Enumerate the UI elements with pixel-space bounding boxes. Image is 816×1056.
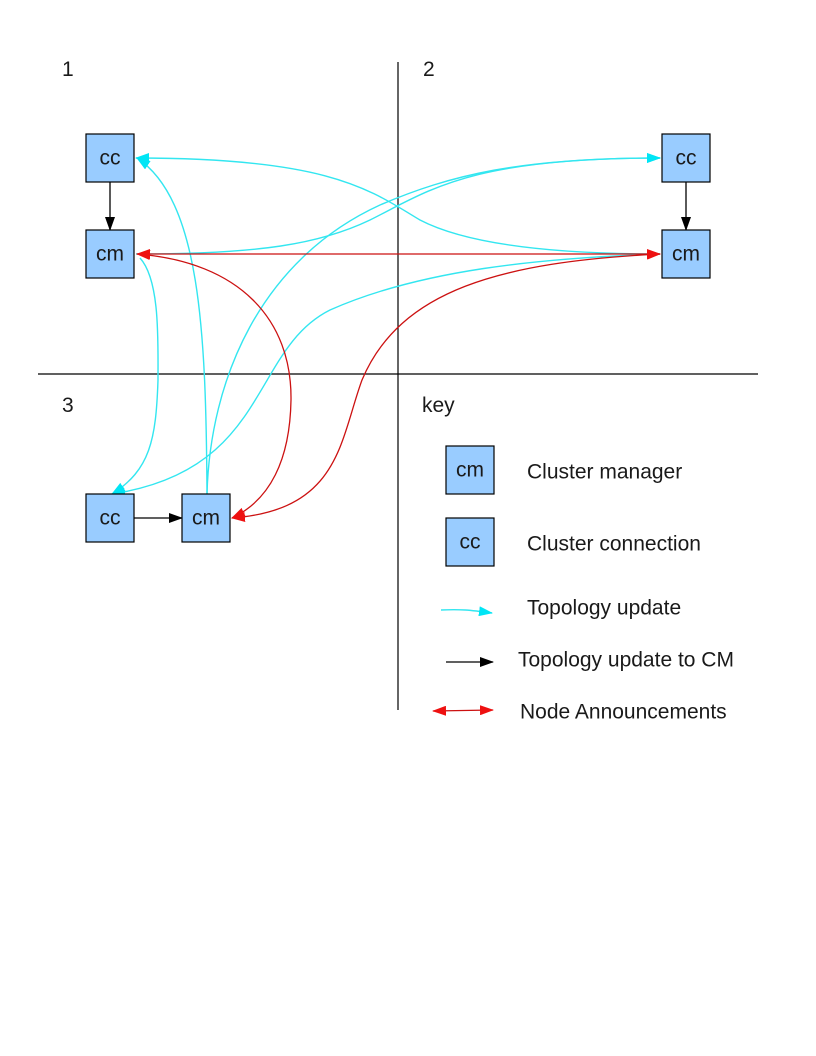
- node-label: cm: [96, 243, 124, 266]
- node-label: cm: [672, 243, 700, 266]
- node-label: cc: [676, 147, 697, 170]
- cluster-topology-diagram: 1 2 3 key cc cm cc cm cc cm cm Cluster m…: [38, 58, 758, 724]
- node-q1-cc: cc: [85, 133, 135, 183]
- legend-label: Topology update: [527, 597, 681, 620]
- legend-label: Node Announcements: [520, 701, 727, 724]
- legend-label: Topology update to CM: [518, 649, 734, 672]
- node-q2-cc: cc: [661, 133, 711, 183]
- node-q3-cm: cm: [181, 493, 231, 543]
- legend-label: Cluster connection: [527, 533, 701, 556]
- node-q3-cc: cc: [85, 493, 135, 543]
- red-double-arrow-icon: [432, 705, 494, 716]
- legend-cm-symbol: cm: [456, 459, 484, 482]
- node-q2-cm: cm: [661, 229, 711, 279]
- legend-item-topology-update: Topology update: [440, 597, 681, 620]
- legend-title: key: [422, 394, 455, 417]
- legend-item-cluster-connection: cc Cluster connection: [445, 517, 701, 567]
- node-label: cm: [192, 507, 220, 530]
- cyan-arrow-icon: [440, 606, 493, 617]
- node-label: cc: [100, 147, 121, 170]
- edge-q1cm-to-q3cc-topology: [111, 257, 159, 495]
- legend-item-node-announcements: Node Announcements: [432, 701, 727, 724]
- node-q1-cm: cm: [85, 229, 135, 279]
- legend-cc-symbol: cc: [460, 531, 481, 554]
- quadrant-3-label: 3: [62, 394, 74, 417]
- legend-item-cluster-manager: cm Cluster manager: [445, 445, 682, 495]
- edge-q1cm-q3cm-announcement: [136, 250, 292, 519]
- edge-q3cm-to-q2cc-topology: [206, 153, 661, 495]
- node-label: cc: [100, 507, 121, 530]
- legend-item-topology-update-to-cm: Topology update to CM: [446, 649, 734, 672]
- quadrant-1-label: 1: [62, 58, 74, 81]
- quadrant-2-label: 2: [423, 58, 435, 81]
- edge-q3cm-to-q1cc-topology: [136, 157, 208, 495]
- legend: cm Cluster manager cc Cluster connection…: [432, 445, 734, 724]
- legend-label: Cluster manager: [527, 461, 682, 484]
